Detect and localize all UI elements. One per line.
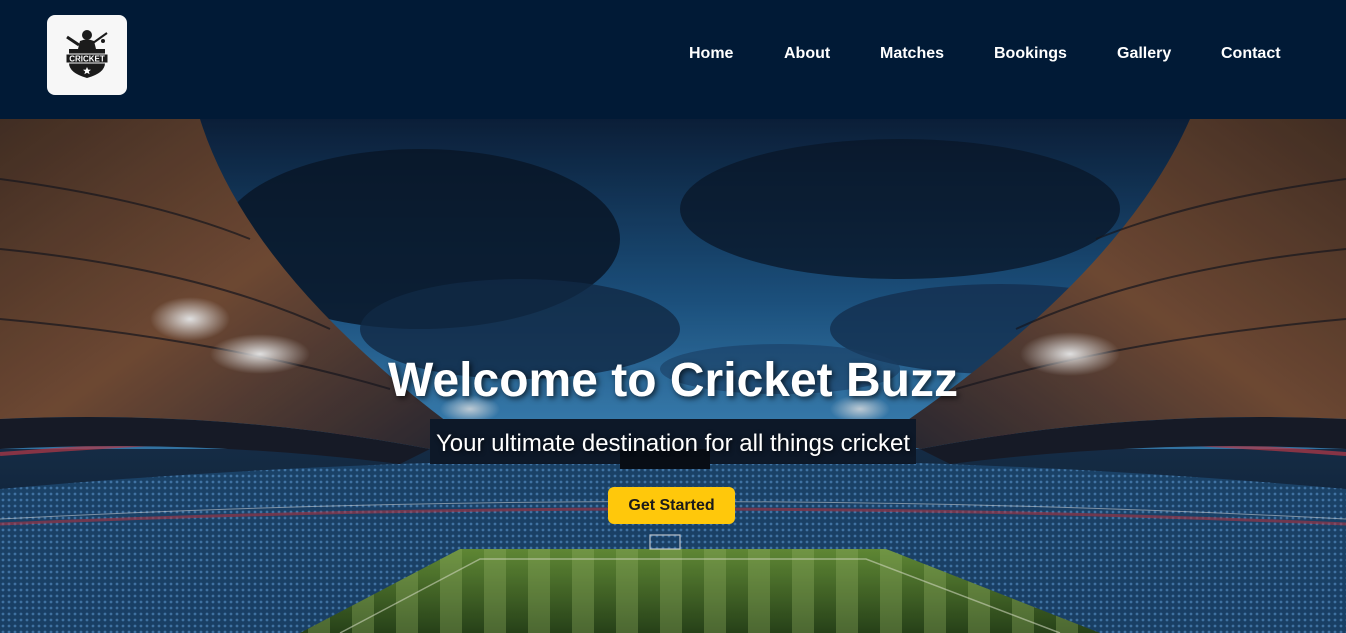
nav-contact[interactable]: Contact [1221, 45, 1281, 63]
nav-bookings[interactable]: Bookings [994, 45, 1067, 63]
nav-matches[interactable]: Matches [880, 45, 944, 63]
main-navigation: Home About Matches Bookings Gallery Cont… [0, 45, 1346, 69]
nav-about[interactable]: About [784, 45, 830, 63]
nav-home[interactable]: Home [689, 45, 733, 63]
hero-subtitle: Your ultimate destination for all things… [435, 430, 911, 457]
navbar: CRICKET Home About Matches Bookings Gall… [0, 0, 1346, 119]
get-started-button[interactable]: Get Started [608, 487, 735, 524]
hero-section: Welcome to Cricket Buzz Your ultimate de… [0, 119, 1346, 633]
hero-title: Welcome to Cricket Buzz [388, 354, 958, 407]
nav-gallery[interactable]: Gallery [1117, 45, 1171, 63]
